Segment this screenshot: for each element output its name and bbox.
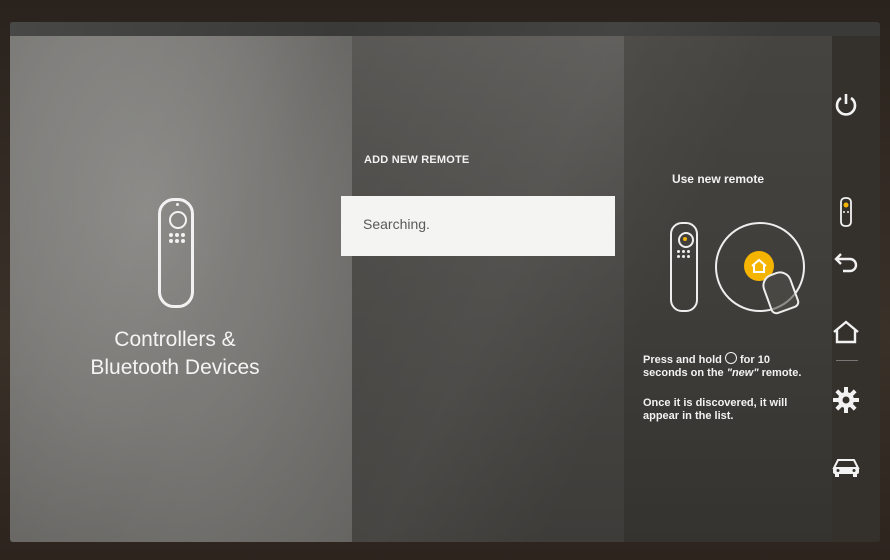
controllers-title-line2: Bluetooth Devices: [90, 356, 260, 379]
nav-divider: [836, 360, 858, 361]
add-new-remote-heading: ADD NEW REMOTE: [364, 154, 470, 166]
car-button[interactable]: [828, 450, 864, 482]
back-button[interactable]: [828, 246, 864, 278]
use-new-remote-title: Use new remote: [671, 172, 765, 186]
home-icon: [833, 320, 859, 344]
searching-list-item[interactable]: Searching.: [341, 196, 615, 256]
power-icon: [835, 94, 857, 116]
home-button[interactable]: [828, 316, 864, 348]
car-icon: [832, 459, 860, 477]
searching-status-text: Searching.: [363, 216, 430, 232]
gear-icon: [833, 387, 859, 413]
controllers-title-line1: Controllers &: [114, 328, 236, 351]
controllers-title: Controllers & Bluetooth Devices: [60, 326, 290, 382]
remote-control-icon: [158, 198, 194, 308]
remote-button[interactable]: [828, 196, 864, 228]
settings-button[interactable]: [828, 384, 864, 416]
add-remote-panel: [352, 36, 624, 542]
inline-home-icon: [724, 352, 737, 364]
press-hold-instruction: Press and hold for 10 seconds on the "ne…: [643, 352, 802, 379]
press-home-illustration: [715, 222, 805, 316]
power-button[interactable]: [828, 88, 864, 120]
discover-instruction: Once it is discovered, it will appear in…: [643, 397, 788, 422]
remote-illustration-icon: [670, 222, 698, 312]
back-arrow-icon: [834, 253, 858, 273]
remote-icon: [840, 197, 852, 227]
